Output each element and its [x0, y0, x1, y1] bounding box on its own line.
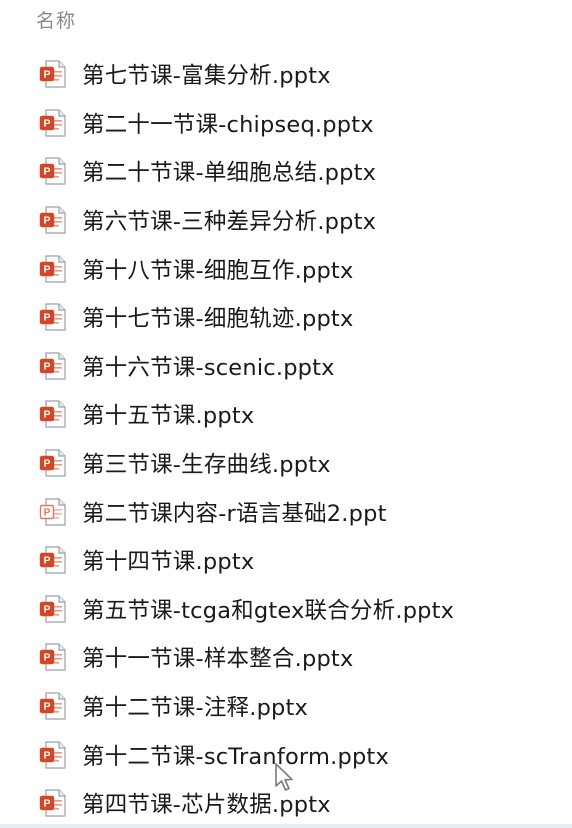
ppt-icon: P	[38, 497, 68, 527]
svg-text:P: P	[43, 555, 50, 567]
file-name[interactable]: 第十二节课-scTranform.pptx	[82, 739, 389, 771]
file-row[interactable]: P 第十四节课.pptx	[0, 536, 572, 585]
bottom-divider	[0, 824, 572, 828]
file-row[interactable]: P 第十七节课-细胞轨迹.pptx	[0, 293, 572, 342]
file-row[interactable]: P 第十五节课.pptx	[0, 390, 572, 439]
pptx-icon: P	[38, 254, 68, 284]
pptx-icon: P	[38, 594, 68, 624]
file-row[interactable]: P 第十六节课-scenic.pptx	[0, 342, 572, 391]
file-row[interactable]: P 第十一节课-样本整合.pptx	[0, 633, 572, 682]
svg-text:P: P	[43, 361, 50, 373]
file-name[interactable]: 第十四节课.pptx	[82, 544, 254, 576]
svg-text:P: P	[43, 118, 50, 130]
pptx-icon: P	[38, 205, 68, 235]
svg-text:P: P	[43, 263, 50, 275]
svg-text:P: P	[43, 409, 50, 421]
pptx-icon: P	[38, 691, 68, 721]
pptx-icon: P	[38, 545, 68, 575]
svg-text:P: P	[43, 458, 50, 470]
pptx-icon: P	[38, 59, 68, 89]
pptx-icon: P	[38, 642, 68, 672]
file-row[interactable]: P 第五节课-tcga和gtex联合分析.pptx	[0, 585, 572, 634]
file-name[interactable]: 第七节课-富集分析.pptx	[82, 58, 331, 90]
file-name[interactable]: 第十一节课-样本整合.pptx	[82, 641, 353, 673]
svg-text:P: P	[43, 506, 50, 518]
svg-text:P: P	[43, 749, 50, 761]
file-row[interactable]: P 第六节课-三种差异分析.pptx	[0, 196, 572, 245]
svg-text:P: P	[43, 701, 50, 713]
pptx-icon: P	[38, 351, 68, 381]
pptx-icon: P	[38, 740, 68, 770]
pptx-icon: P	[38, 302, 68, 332]
svg-text:P: P	[43, 215, 50, 227]
svg-text:P: P	[43, 652, 50, 664]
svg-text:P: P	[43, 798, 50, 810]
file-name[interactable]: 第六节课-三种差异分析.pptx	[82, 204, 376, 236]
pptx-icon: P	[38, 399, 68, 429]
file-explorer: 名称 P 第七节课-富集分析.pptx P 第二十一节课-chipseq.ppt…	[0, 0, 572, 828]
file-name[interactable]: 第十二节课-注释.pptx	[82, 690, 308, 722]
pptx-icon: P	[38, 156, 68, 186]
file-row[interactable]: P 第二节课内容-r语言基础2.ppt	[0, 487, 572, 536]
file-name[interactable]: 第十八节课-细胞互作.pptx	[82, 253, 353, 285]
file-row[interactable]: P 第十二节课-注释.pptx	[0, 682, 572, 731]
file-name[interactable]: 第二节课内容-r语言基础2.ppt	[82, 496, 387, 528]
file-name[interactable]: 第三节课-生存曲线.pptx	[82, 447, 331, 479]
file-row[interactable]: P 第二十一节课-chipseq.pptx	[0, 99, 572, 148]
file-name[interactable]: 第十七节课-细胞轨迹.pptx	[82, 301, 353, 333]
file-name[interactable]: 第五节课-tcga和gtex联合分析.pptx	[82, 593, 454, 625]
file-name[interactable]: 第二十一节课-chipseq.pptx	[82, 107, 374, 139]
name-column-header[interactable]: 名称	[36, 6, 76, 36]
svg-text:P: P	[43, 604, 50, 616]
svg-text:P: P	[43, 312, 50, 324]
mouse-cursor-icon	[275, 763, 293, 791]
file-name[interactable]: 第十五节课.pptx	[82, 398, 254, 430]
svg-text:P: P	[43, 69, 50, 81]
svg-text:P: P	[43, 166, 50, 178]
pptx-icon: P	[38, 448, 68, 478]
pptx-icon: P	[38, 788, 68, 818]
file-list: P 第七节课-富集分析.pptx P 第二十一节课-chipseq.pptx P…	[0, 50, 572, 828]
file-row[interactable]: P 第二十节课-单细胞总结.pptx	[0, 147, 572, 196]
file-row[interactable]: P 第七节课-富集分析.pptx	[0, 50, 572, 99]
file-name[interactable]: 第二十节课-单细胞总结.pptx	[82, 155, 376, 187]
file-row[interactable]: P 第十八节课-细胞互作.pptx	[0, 244, 572, 293]
file-row[interactable]: P 第三节课-生存曲线.pptx	[0, 439, 572, 488]
pptx-icon: P	[38, 108, 68, 138]
file-name[interactable]: 第十六节课-scenic.pptx	[82, 350, 335, 382]
